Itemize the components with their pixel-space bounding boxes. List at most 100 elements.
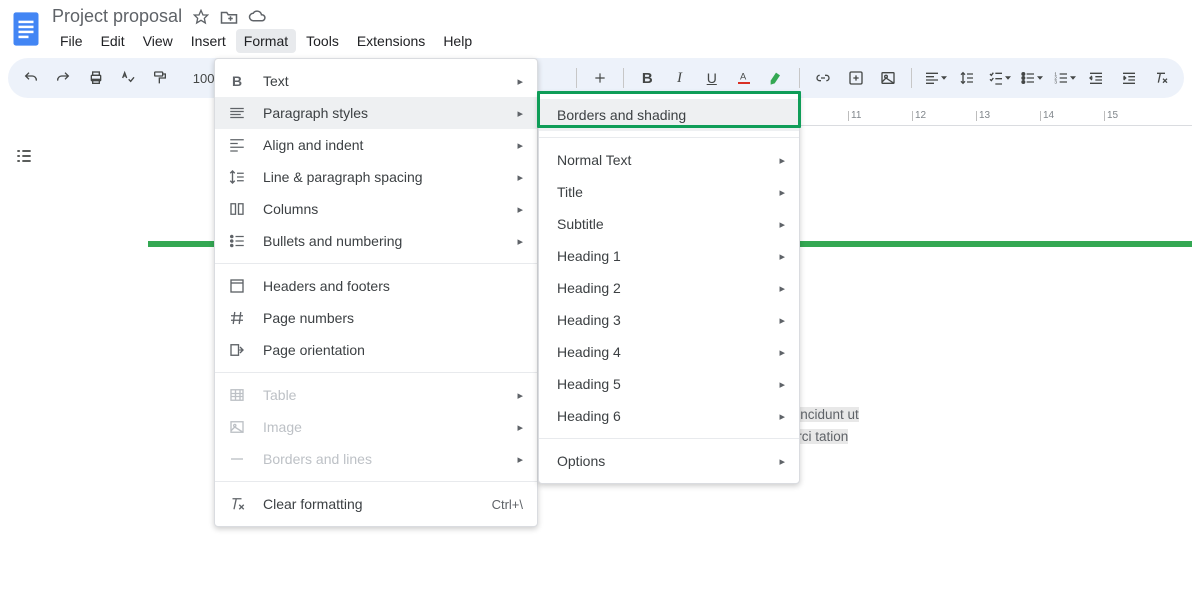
menu-item-label: Paragraph styles <box>263 105 501 121</box>
decrease-indent-button[interactable] <box>1083 64 1109 92</box>
orient-icon <box>227 340 247 360</box>
bulleted-list-button[interactable] <box>1019 64 1045 92</box>
checklist-button[interactable] <box>987 64 1013 92</box>
format-menu-item[interactable]: Columns ▸ <box>215 193 537 225</box>
headers-icon <box>227 276 247 296</box>
menu-help[interactable]: Help <box>435 29 480 53</box>
italic-button[interactable]: I <box>666 64 692 92</box>
format-menu-item[interactable]: Clear formatting Ctrl+\ <box>215 488 537 520</box>
menubar: File Edit View Insert Format Tools Exten… <box>52 29 480 53</box>
format-menu-item[interactable]: Align and indent ▸ <box>215 129 537 161</box>
menu-format[interactable]: Format <box>236 29 296 53</box>
paragraph-menu-item[interactable]: Heading 3 ▸ <box>539 304 799 336</box>
format-menu-item: Borders and lines ▸ <box>215 443 537 475</box>
document-title[interactable]: Project proposal <box>52 6 182 27</box>
menu-item-label: Text <box>263 73 501 89</box>
docs-logo-icon[interactable] <box>8 6 44 52</box>
increase-indent-button[interactable] <box>1116 64 1142 92</box>
submenu-arrow-icon: ▸ <box>517 203 523 216</box>
outline-toggle-icon[interactable] <box>14 146 34 595</box>
paragraph-menu-item[interactable]: Borders and shading <box>539 99 799 131</box>
menu-file[interactable]: File <box>52 29 91 53</box>
table-icon <box>227 385 247 405</box>
plus-button[interactable] <box>587 64 613 92</box>
ruler-tick: 12 <box>912 111 976 121</box>
line-icon <box>227 449 247 469</box>
submenu-arrow-icon: ▸ <box>779 250 785 263</box>
move-icon[interactable] <box>220 8 238 26</box>
menu-item-label: Options <box>557 453 763 469</box>
bold-button[interactable]: B <box>634 64 660 92</box>
header: Project proposal File Edit View Insert F… <box>0 0 1192 58</box>
menu-item-label: Headers and footers <box>263 278 523 294</box>
paragraph-menu-item[interactable]: Heading 1 ▸ <box>539 240 799 272</box>
highlight-color-button[interactable] <box>763 64 789 92</box>
paragraph-menu-item[interactable]: Heading 4 ▸ <box>539 336 799 368</box>
paragraph-menu-item[interactable]: Normal Text ▸ <box>539 144 799 176</box>
menu-tools[interactable]: Tools <box>298 29 347 53</box>
format-menu-item[interactable]: Line & paragraph spacing ▸ <box>215 161 537 193</box>
submenu-arrow-icon: ▸ <box>517 235 523 248</box>
menu-item-shortcut: Ctrl+\ <box>492 497 523 512</box>
paragraph-menu-item[interactable]: Title ▸ <box>539 176 799 208</box>
submenu-arrow-icon: ▸ <box>779 378 785 391</box>
image-icon <box>227 417 247 437</box>
menu-item-label: Bullets and numbering <box>263 233 501 249</box>
submenu-arrow-icon: ▸ <box>779 455 785 468</box>
insert-link-button[interactable] <box>810 64 836 92</box>
spellcheck-button[interactable] <box>115 64 141 92</box>
paint-format-button[interactable] <box>147 64 173 92</box>
columns-icon <box>227 199 247 219</box>
menu-item-label: Align and indent <box>263 137 501 153</box>
submenu-arrow-icon: ▸ <box>517 75 523 88</box>
menu-item-label: Table <box>263 387 501 403</box>
star-icon[interactable] <box>192 8 210 26</box>
paragraph-menu-item[interactable]: Heading 5 ▸ <box>539 368 799 400</box>
para-icon <box>227 103 247 123</box>
submenu-arrow-icon: ▸ <box>517 421 523 434</box>
format-menu-item[interactable]: Page numbers <box>215 302 537 334</box>
menu-item-label: Heading 6 <box>557 408 763 424</box>
menu-insert[interactable]: Insert <box>183 29 234 53</box>
menu-item-label: Borders and lines <box>263 451 501 467</box>
menu-edit[interactable]: Edit <box>93 29 133 53</box>
align-button[interactable] <box>922 64 948 92</box>
add-comment-button[interactable] <box>843 64 869 92</box>
text-color-button[interactable]: A <box>731 64 757 92</box>
submenu-arrow-icon: ▸ <box>779 186 785 199</box>
menu-item-label: Title <box>557 184 763 200</box>
format-menu-item[interactable]: Headers and footers <box>215 270 537 302</box>
menu-extensions[interactable]: Extensions <box>349 29 433 53</box>
print-button[interactable] <box>83 64 109 92</box>
paragraph-menu-item[interactable]: Heading 6 ▸ <box>539 400 799 432</box>
paragraph-menu-item[interactable]: Heading 2 ▸ <box>539 272 799 304</box>
numbered-list-button[interactable]: 123 <box>1051 64 1077 92</box>
menu-item-label: Heading 5 <box>557 376 763 392</box>
underline-button[interactable]: U <box>699 64 725 92</box>
menu-item-label: Subtitle <box>557 216 763 232</box>
format-menu-item[interactable]: Paragraph styles ▸ <box>215 97 537 129</box>
menu-item-label: Heading 4 <box>557 344 763 360</box>
format-menu-item[interactable]: Page orientation <box>215 334 537 366</box>
submenu-arrow-icon: ▸ <box>517 171 523 184</box>
menu-item-label: Heading 3 <box>557 312 763 328</box>
clear-icon <box>227 494 247 514</box>
line-spacing-button[interactable] <box>954 64 980 92</box>
menu-item-label: Line & paragraph spacing <box>263 169 501 185</box>
redo-button[interactable] <box>50 64 76 92</box>
menu-item-label: Page orientation <box>263 342 523 358</box>
ruler-tick: 15 <box>1104 111 1168 121</box>
undo-button[interactable] <box>18 64 44 92</box>
ruler-tick: 11 <box>848 111 912 121</box>
menu-item-label: Borders and shading <box>557 107 785 123</box>
cloud-status-icon[interactable] <box>248 8 266 26</box>
menu-view[interactable]: View <box>135 29 181 53</box>
submenu-arrow-icon: ▸ <box>517 453 523 466</box>
format-menu-item[interactable]: B Text ▸ <box>215 65 537 97</box>
paragraph-menu-item[interactable]: Subtitle ▸ <box>539 208 799 240</box>
format-menu-item[interactable]: Bullets and numbering ▸ <box>215 225 537 257</box>
insert-image-button[interactable] <box>875 64 901 92</box>
paragraph-menu-item[interactable]: Options ▸ <box>539 445 799 477</box>
submenu-arrow-icon: ▸ <box>779 346 785 359</box>
clear-formatting-button[interactable] <box>1148 64 1174 92</box>
